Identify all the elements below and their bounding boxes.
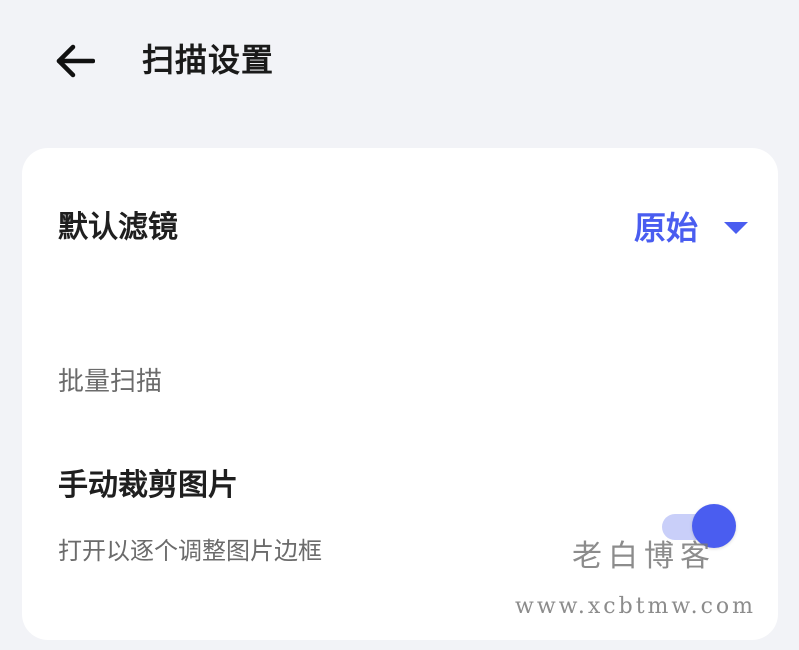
batch-scan-section-label: 批量扫描 bbox=[58, 367, 163, 397]
default-filter-dropdown[interactable]: 原始 bbox=[634, 202, 748, 254]
back-button[interactable] bbox=[48, 36, 102, 86]
default-filter-value: 原始 bbox=[633, 209, 698, 247]
manual-crop-title: 手动裁剪图片 bbox=[58, 468, 238, 503]
watermark-url: www.xcbtmw.com bbox=[515, 594, 757, 619]
page-title: 扫描设置 bbox=[142, 41, 275, 79]
caret-down-icon bbox=[724, 222, 748, 234]
arrow-left-icon bbox=[56, 44, 95, 78]
manual-crop-description: 打开以逐个调整图片边框 bbox=[58, 537, 322, 565]
default-filter-label: 默认滤镜 bbox=[58, 210, 178, 245]
default-filter-row: 默认滤镜 原始 bbox=[22, 188, 778, 268]
header: 扫描设置 bbox=[0, 0, 799, 120]
watermark-name: 老白博客 bbox=[572, 539, 716, 574]
